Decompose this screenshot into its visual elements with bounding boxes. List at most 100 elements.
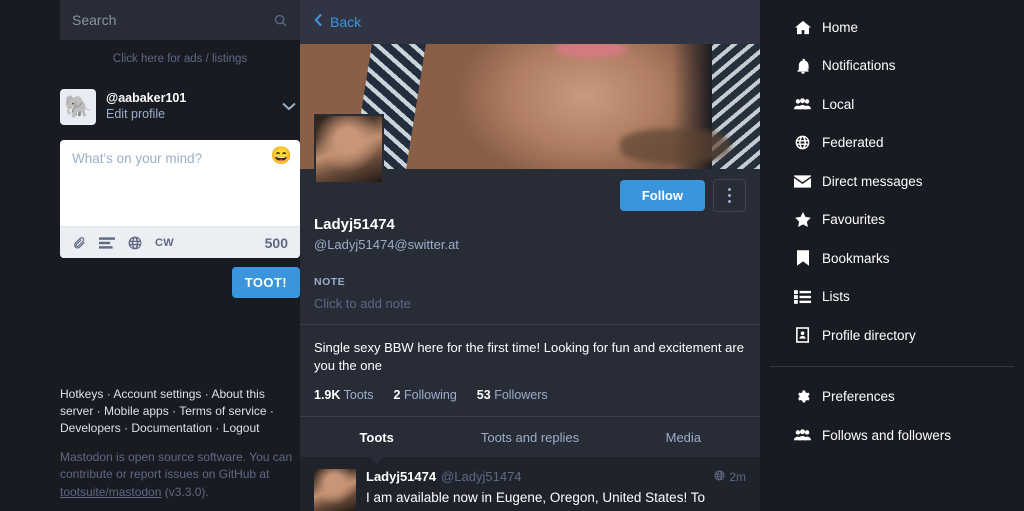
- search-input[interactable]: [72, 0, 273, 40]
- profile-avatar[interactable]: [314, 114, 384, 184]
- compose-placeholder: What's on your mind?: [72, 151, 203, 166]
- status-display-name[interactable]: Ladyj51474: [366, 469, 436, 484]
- tab-toots[interactable]: Toots: [300, 417, 453, 457]
- account-switcher[interactable]: 🐘 @aabaker101 Edit profile: [60, 83, 300, 131]
- status-meta: 2m: [714, 470, 746, 484]
- nav-label: Profile directory: [822, 327, 916, 343]
- nav-item-preferences[interactable]: Preferences: [760, 378, 1024, 417]
- right-navigation: Home Notifications Local Federated Direc: [760, 0, 1024, 511]
- stat-following[interactable]: 2 Following: [394, 388, 457, 402]
- avatar: 🐘: [60, 89, 96, 125]
- nav-item-federated[interactable]: Federated: [760, 124, 1024, 163]
- nav-item-lists[interactable]: Lists: [760, 278, 1024, 317]
- status-handle[interactable]: @Ladyj51474: [441, 469, 521, 484]
- nav-label: Bookmarks: [822, 250, 890, 266]
- profile-card: Follow Ladyj51474 @Ladyj51474@switter.at…: [300, 114, 760, 417]
- nav-label: Follows and followers: [822, 427, 952, 443]
- chevron-left-icon[interactable]: [314, 13, 323, 31]
- follow-button[interactable]: Follow: [619, 180, 705, 211]
- back-label[interactable]: Back: [330, 14, 361, 30]
- tab-toots-and-replies[interactable]: Toots and replies: [453, 417, 606, 457]
- search-icon[interactable]: [273, 13, 288, 28]
- list-icon: [794, 289, 811, 304]
- footer-link-logout[interactable]: Logout: [223, 421, 260, 435]
- footer-link-developers[interactable]: Developers: [60, 421, 121, 435]
- stat-following-label: Following: [403, 388, 457, 403]
- profile-column: Back Follow Ladyj51474 @Ladyj51474@switt…: [300, 0, 760, 511]
- stat-following-count: 2: [393, 388, 401, 403]
- banner-detail-lips: [555, 44, 627, 58]
- content-warning-button[interactable]: CW: [155, 237, 174, 249]
- gear-icon: [794, 389, 811, 404]
- nav-divider: [770, 365, 1014, 367]
- nav-label: Federated: [822, 135, 884, 151]
- stat-toots-label: Toots: [343, 388, 374, 403]
- nav-item-follows-and-followers[interactable]: Follows and followers: [760, 416, 1024, 455]
- profile-bio: Single sexy BBW here for the first time!…: [314, 340, 744, 374]
- nav-item-bookmarks[interactable]: Bookmarks: [760, 239, 1024, 278]
- status-body: Ladyj51474 @Ladyj51474 2m I am available…: [366, 469, 746, 511]
- edit-profile-link[interactable]: Edit profile: [106, 107, 272, 123]
- nav-label: Lists: [822, 289, 850, 305]
- toot-button[interactable]: TOOT!: [231, 267, 300, 298]
- footer-link-mobile-apps[interactable]: Mobile apps: [104, 404, 169, 418]
- toot-button-row: TOOT!: [60, 267, 300, 298]
- nav-item-local[interactable]: Local: [760, 85, 1024, 124]
- status-timestamp[interactable]: 2m: [729, 470, 746, 484]
- poll-icon[interactable]: [99, 236, 115, 250]
- status-header: Ladyj51474 @Ladyj51474 2m: [366, 469, 746, 484]
- footer-link-hotkeys[interactable]: Hotkeys: [60, 387, 103, 401]
- left-sidebar: Click here for ads / listings 🐘 @aabaker…: [0, 0, 300, 511]
- profile-note-label: NOTE: [314, 276, 346, 288]
- more-options-button[interactable]: [713, 179, 746, 212]
- kebab-dot-icon: [728, 194, 731, 197]
- nav-label: Notifications: [822, 58, 896, 74]
- footer-note-repo-link[interactable]: tootsuite/mastodon: [60, 485, 161, 499]
- profile-display-name: Ladyj51474: [314, 216, 395, 233]
- kebab-dot-icon: [728, 188, 731, 191]
- nav-item-profile-directory[interactable]: Profile directory: [760, 316, 1024, 355]
- stat-followers-count: 53: [476, 388, 491, 403]
- ads-listings-link[interactable]: Click here for ads / listings: [60, 40, 300, 75]
- mastodon-app: Click here for ads / listings 🐘 @aabaker…: [0, 0, 1024, 511]
- timeline: Ladyj51474 @Ladyj51474 2m I am available…: [300, 457, 760, 511]
- sidebar-footer: Hotkeys · Account settings · About this …: [60, 386, 300, 501]
- profile-tabs: Toots Toots and replies Media: [300, 416, 760, 458]
- kebab-dot-icon: [728, 200, 731, 203]
- envelope-icon: [794, 175, 811, 188]
- footer-link-documentation[interactable]: Documentation: [131, 421, 212, 435]
- globe-icon[interactable]: [128, 236, 142, 250]
- stat-followers[interactable]: 53 Followers: [477, 388, 548, 402]
- profile-stats: 1.9K Toots 2 Following 53 Followers: [314, 388, 746, 402]
- nav-label: Local: [822, 96, 855, 112]
- back-bar[interactable]: Back: [300, 0, 760, 44]
- footer-link-account-settings[interactable]: Account settings: [113, 387, 201, 401]
- paperclip-icon[interactable]: [72, 236, 86, 250]
- character-counter: 500: [264, 234, 288, 251]
- chevron-down-icon[interactable]: [282, 98, 300, 116]
- tab-media[interactable]: Media: [607, 417, 760, 457]
- stat-toots-count: 1.9K: [314, 388, 341, 403]
- nav-item-direct-messages[interactable]: Direct messages: [760, 162, 1024, 201]
- nav-item-favourites[interactable]: Favourites: [760, 201, 1024, 240]
- star-icon: [794, 212, 811, 228]
- status-text-body: I am available now in Eugene, Oregon, Un…: [366, 490, 705, 511]
- status-item[interactable]: Ladyj51474 @Ladyj51474 2m I am available…: [300, 457, 760, 511]
- nav-item-home[interactable]: Home: [760, 8, 1024, 47]
- account-handle: @aabaker101: [106, 91, 187, 106]
- profile-note-input[interactable]: Click to add note: [314, 296, 746, 324]
- status-avatar[interactable]: [314, 469, 356, 511]
- footer-note-version: (v3.3.0).: [161, 484, 209, 499]
- banner-detail-tattoo: [620, 129, 730, 163]
- profile-bio-section: Single sexy BBW here for the first time!…: [300, 324, 760, 416]
- compose-textarea[interactable]: What's on your mind? 😄: [60, 140, 300, 226]
- address-book-icon: [794, 327, 811, 344]
- footer-link-terms-of-service[interactable]: Terms of service: [179, 404, 266, 418]
- users-icon: [794, 97, 811, 111]
- stat-toots[interactable]: 1.9K Toots: [314, 388, 374, 402]
- nav-item-notifications[interactable]: Notifications: [760, 47, 1024, 86]
- users-icon: [794, 428, 811, 442]
- nav-label: Preferences: [822, 389, 895, 405]
- emoji-picker-icon[interactable]: 😄: [271, 147, 292, 164]
- search-bar[interactable]: [60, 0, 300, 40]
